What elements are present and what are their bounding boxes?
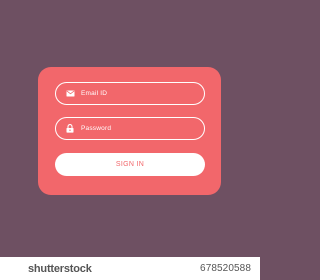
password-field[interactable]: Password xyxy=(55,117,205,140)
email-placeholder: Email ID xyxy=(81,90,108,97)
watermark-bar: shutterstock 678520588 xyxy=(0,257,260,280)
watermark-image-id: 678520588 xyxy=(200,263,251,274)
sign-in-button[interactable]: SIGN IN xyxy=(55,153,205,176)
watermark-brand: shutterstock xyxy=(28,262,92,275)
lock-icon xyxy=(65,124,75,134)
login-card: Email ID Password SIGN IN xyxy=(38,67,221,195)
envelope-icon xyxy=(65,89,75,99)
email-field[interactable]: Email ID xyxy=(55,82,205,105)
password-placeholder: Password xyxy=(81,125,112,132)
